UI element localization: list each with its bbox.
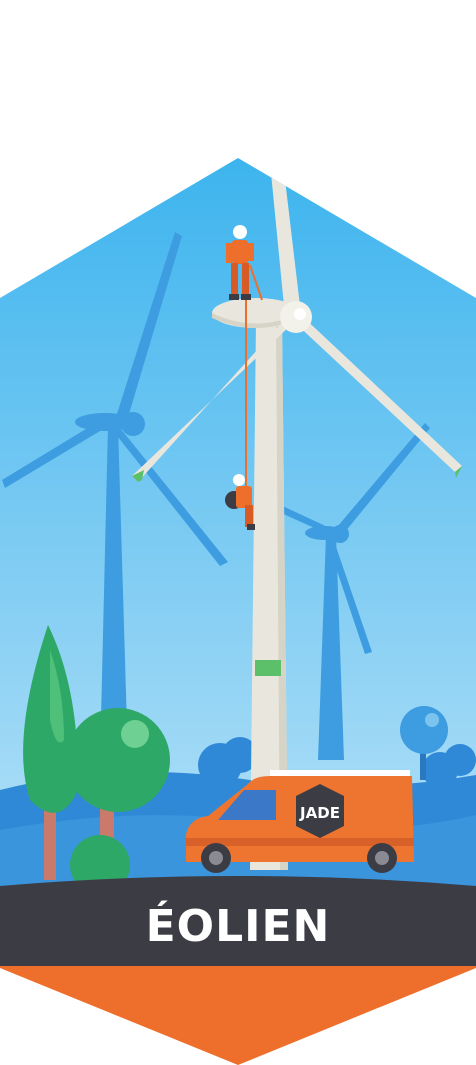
banner-orange — [0, 966, 476, 1065]
banner-title: ÉOLIEN — [145, 900, 331, 952]
van-logo-text: JADE — [299, 804, 340, 822]
eolien-tile: JADE ÉOLIEN — [0, 0, 476, 1065]
